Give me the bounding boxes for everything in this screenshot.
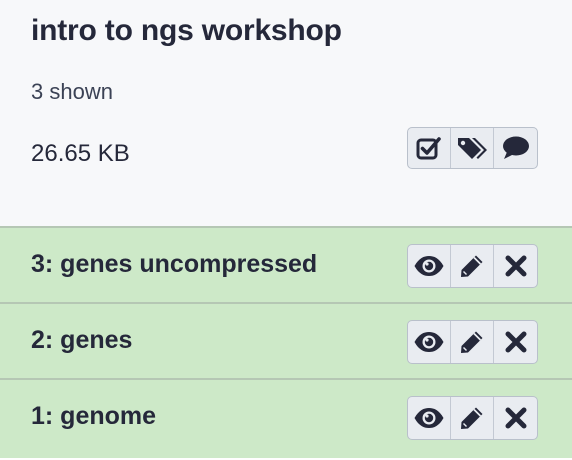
select-items-button[interactable] bbox=[408, 128, 451, 168]
close-icon bbox=[505, 255, 526, 277]
delete-button[interactable] bbox=[494, 245, 537, 287]
dataset-item[interactable]: 1: genome bbox=[0, 378, 572, 458]
eye-icon bbox=[414, 332, 444, 352]
history-panel-header: intro to ngs workshop 3 shown 26.65 KB bbox=[0, 0, 572, 226]
edit-button[interactable] bbox=[451, 397, 494, 439]
tags-button[interactable] bbox=[451, 128, 494, 168]
dataset-list: 3: genes uncompressed 2: genes 1: genome bbox=[0, 226, 572, 458]
shown-count: 3 shown bbox=[31, 79, 113, 104]
dataset-actions bbox=[407, 320, 538, 364]
comment-icon bbox=[502, 136, 529, 159]
dataset-item[interactable]: 2: genes bbox=[0, 302, 572, 378]
history-actions bbox=[407, 127, 538, 169]
edit-button[interactable] bbox=[451, 245, 494, 287]
eye-icon bbox=[414, 256, 444, 276]
dataset-actions bbox=[407, 396, 538, 440]
pencil-icon bbox=[461, 407, 483, 429]
eye-icon bbox=[414, 408, 444, 428]
view-button[interactable] bbox=[408, 397, 451, 439]
annotation-button[interactable] bbox=[494, 128, 537, 168]
close-icon bbox=[505, 331, 526, 353]
dataset-title[interactable]: 1: genome bbox=[31, 402, 156, 431]
dataset-actions bbox=[407, 244, 538, 288]
delete-button[interactable] bbox=[494, 321, 537, 363]
dataset-title[interactable]: 2: genes bbox=[31, 326, 132, 355]
history-name[interactable]: intro to ngs workshop bbox=[31, 14, 342, 48]
edit-button[interactable] bbox=[451, 321, 494, 363]
delete-button[interactable] bbox=[494, 397, 537, 439]
tags-icon bbox=[458, 138, 487, 159]
pencil-icon bbox=[461, 331, 483, 353]
dataset-title[interactable]: 3: genes uncompressed bbox=[31, 250, 317, 279]
view-button[interactable] bbox=[408, 245, 451, 287]
check-square-icon bbox=[416, 137, 441, 160]
view-button[interactable] bbox=[408, 321, 451, 363]
close-icon bbox=[505, 407, 526, 429]
dataset-item[interactable]: 3: genes uncompressed bbox=[0, 226, 572, 302]
pencil-icon bbox=[461, 255, 483, 277]
history-size: 26.65 KB bbox=[31, 140, 130, 167]
